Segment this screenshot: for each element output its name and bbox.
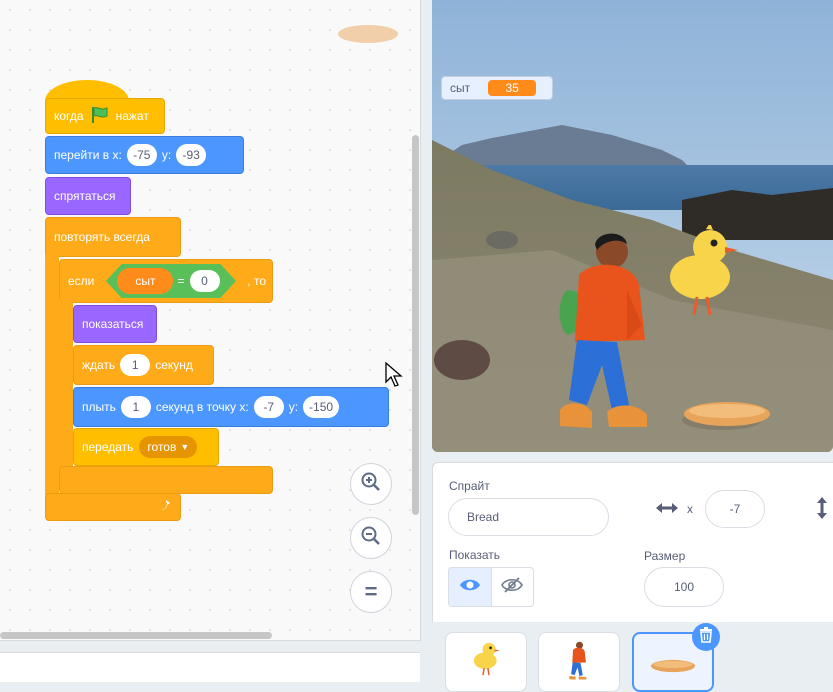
equals-operator: = <box>177 274 185 288</box>
bread-sprite[interactable] <box>682 399 772 434</box>
loop-arrow-icon <box>158 499 172 516</box>
condition-value-input[interactable]: 0 <box>189 270 220 292</box>
vertical-scrollbar[interactable] <box>412 135 419 515</box>
if-arm <box>59 301 73 469</box>
size-input[interactable]: 100 <box>644 567 724 607</box>
stage[interactable] <box>432 0 833 452</box>
variable-monitor[interactable]: сыт 35 <box>441 76 553 100</box>
zoom-reset-icon: = <box>364 579 378 604</box>
wait-block[interactable]: ждать 1 секунд <box>73 345 214 385</box>
hide-sprite-button[interactable] <box>492 568 534 606</box>
horizontal-arrows-icon <box>655 500 679 521</box>
bread-icon <box>684 402 770 426</box>
eye-icon <box>459 577 481 598</box>
chevron-down-icon: ▼ <box>180 442 190 452</box>
zoom-out-icon <box>360 525 382 552</box>
show-label: Показать <box>449 548 501 562</box>
broadcast-block[interactable]: передать готов ▼ <box>73 428 219 466</box>
wait-label: ждать <box>82 358 116 372</box>
if-footer <box>59 466 273 494</box>
wait-unit-label: секунд <box>155 358 193 372</box>
bread-sprite-thumbnail <box>338 25 398 43</box>
goto-y-label: y: <box>161 148 172 162</box>
glide-to-xy-block[interactable]: плыть 1 секунд в точку x: -7 y: -150 <box>73 387 389 427</box>
zoom-in-button[interactable] <box>350 463 392 505</box>
vertical-arrows-icon <box>815 496 829 525</box>
equals-condition[interactable]: сыт = 0 <box>106 264 236 298</box>
eye-slash-icon <box>501 576 524 599</box>
boy-icon <box>559 233 647 428</box>
visibility-toggle <box>448 567 534 607</box>
sprite-name-label: Спрайт <box>449 479 490 493</box>
sprite-tile-duck[interactable] <box>445 632 527 692</box>
zoom-out-button[interactable] <box>350 517 392 559</box>
broadcast-label: передать <box>82 440 134 454</box>
code-area-bottom-bar <box>0 652 420 682</box>
go-to-xy-block[interactable]: перейти в x: -75 y: -93 <box>45 136 244 174</box>
horizontal-scrollbar[interactable] <box>0 632 272 639</box>
code-area[interactable]: когда нажат перейти в x: -75 y: -93 спря… <box>0 0 421 641</box>
mouse-cursor-icon <box>385 361 403 393</box>
monitor-value: 35 <box>488 80 537 96</box>
glide-seconds-input[interactable]: 1 <box>120 396 151 418</box>
when-flag-clicked-block[interactable]: когда нажат <box>45 98 165 134</box>
forever-footer <box>45 493 181 521</box>
broadcast-message-dropdown[interactable]: готов ▼ <box>139 436 198 458</box>
size-value: 100 <box>673 580 695 594</box>
broadcast-message: готов <box>147 440 177 454</box>
goto-x-input[interactable]: -75 <box>126 144 157 166</box>
glide-label: плыть <box>82 400 116 414</box>
glide-middle-label: секунд в точку x: <box>155 400 249 414</box>
forever-label: повторять всегда <box>54 230 150 244</box>
hide-label: спрятаться <box>54 189 116 203</box>
sprite-name-value: Bread <box>467 510 500 524</box>
sprite-name-input[interactable]: Bread <box>448 498 609 536</box>
bread-icon <box>651 659 695 673</box>
size-label: Размер <box>644 549 686 563</box>
boy-sprite[interactable] <box>557 230 662 440</box>
forever-block[interactable]: повторять всегда <box>45 217 181 257</box>
sprite-tile-boy[interactable] <box>538 632 620 692</box>
glide-y-input[interactable]: -150 <box>303 396 340 418</box>
x-position-input[interactable]: -7 <box>705 490 765 528</box>
duck-sprite[interactable] <box>662 223 742 325</box>
green-flag-icon <box>90 106 110 127</box>
monitor-label: сыт <box>450 81 471 95</box>
goto-label: перейти в x: <box>54 148 122 162</box>
then-label: , то <box>247 274 266 288</box>
condition-variable[interactable]: сыт <box>117 268 174 294</box>
hide-block[interactable]: спрятаться <box>45 177 131 215</box>
duck-icon <box>473 642 500 676</box>
goto-y-input[interactable]: -93 <box>176 144 207 166</box>
forever-arm <box>45 255 59 495</box>
hat-clicked-label: нажат <box>115 109 149 123</box>
if-label: если <box>68 274 95 288</box>
delete-sprite-button[interactable] <box>692 623 720 651</box>
zoom-in-icon <box>360 471 382 498</box>
x-position-value: -7 <box>729 502 741 516</box>
show-block[interactable]: показаться <box>73 305 157 343</box>
glide-y-label: y: <box>288 400 299 414</box>
zoom-reset-button[interactable]: = <box>350 571 392 613</box>
wait-seconds-input[interactable]: 1 <box>120 354 151 376</box>
show-label: показаться <box>82 317 144 331</box>
trash-icon <box>699 626 713 648</box>
x-label: x <box>687 502 693 516</box>
hat-when-label: когда <box>54 109 84 123</box>
duck-icon <box>670 223 738 316</box>
glide-x-input[interactable]: -7 <box>253 396 284 418</box>
boy-icon <box>569 641 587 680</box>
show-sprite-button[interactable] <box>449 568 492 606</box>
